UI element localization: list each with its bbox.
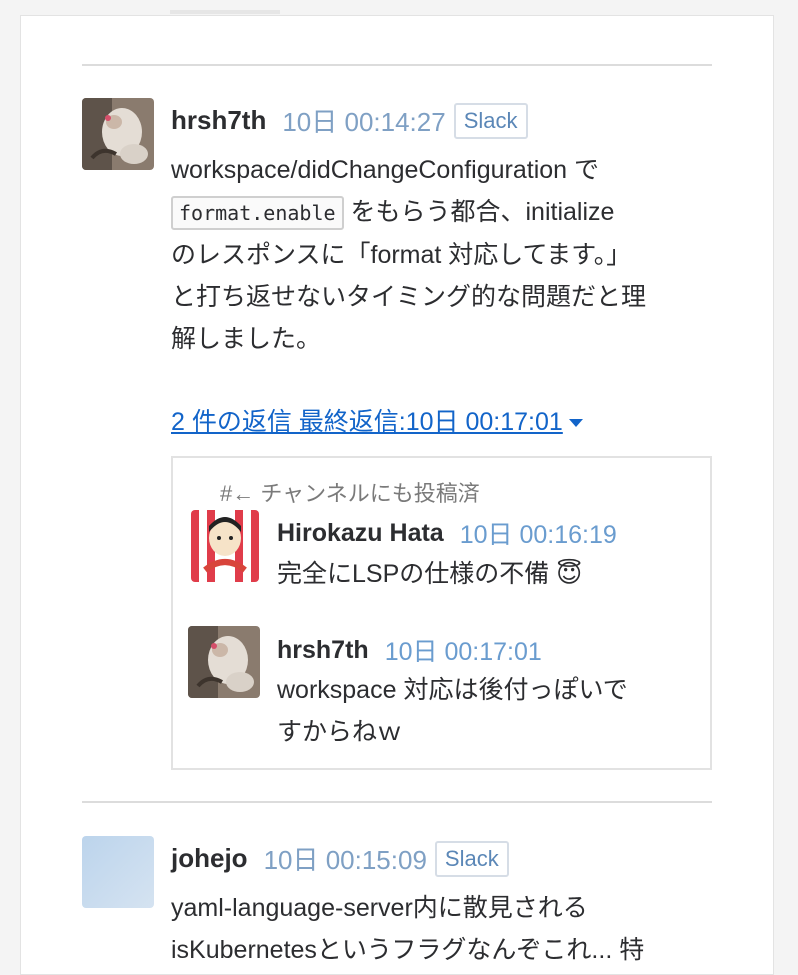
message-body: workspace/didChangeConfiguration で forma… [171,149,731,360]
message-text-line: のレスポンスに「format 対応してます。」 [171,241,632,269]
avatar-hirokazu-hata[interactable] [191,510,259,582]
message-divider [82,64,712,66]
source-badge: Slack [453,102,528,139]
reply-header: Hirokazu Hata 10日 00:16:19 [277,515,617,551]
reply-timestamp[interactable]: 10日 00:16:19 [460,515,617,551]
message-text-line: 解しました。 [171,325,322,353]
reply-body: 完全にLSPの仕様の不備 😇 [277,553,697,595]
author-name[interactable]: hrsh7th [171,105,266,136]
reply-author-name[interactable]: hrsh7th [277,636,369,665]
message-timestamp[interactable]: 10日 00:14:27 [282,102,445,139]
thread-replies-link[interactable]: 2 件の返信 最終返信:10日 00:17:01 [171,402,583,438]
inline-code: format.enable [171,196,344,230]
message-text-fragment: をもらう都合、initialize [343,198,615,226]
message-text-line: format.enable をもらう都合、initialize [171,191,731,234]
reply-text-line: すからねｗ [277,718,403,746]
broadcast-label: #← チャンネルにも投稿済 [220,481,480,506]
message-header: hrsh7th 10日 00:14:27 Slack [171,102,528,139]
reply-author-name[interactable]: Hirokazu Hata [277,519,444,548]
message-timestamp[interactable]: 10日 00:15:09 [264,840,427,877]
previous-message-fragment [170,0,290,18]
reply-body: workspace 対応は後付っぽいで すからねｗ [277,669,697,753]
reply-header: hrsh7th 10日 00:17:01 [277,632,542,668]
message-divider [82,801,712,803]
message-text-line: と打ち返せないタイミング的な問題だと理 [171,283,647,311]
message-body: yaml-language-server内に散見される isKubernetes… [171,887,731,971]
author-name[interactable]: johejo [171,843,248,874]
avatar-hrsh7th[interactable] [82,98,154,170]
chevron-down-icon[interactable] [568,419,583,428]
message-text-line: yaml-language-server内に散見される [171,894,588,922]
avatar-johejo[interactable] [82,836,154,908]
message-text-line: isKubernetesというフラグなんぞこれ... 特 [171,936,645,964]
reply-timestamp[interactable]: 10日 00:17:01 [385,632,542,668]
message-header: johejo 10日 00:15:09 Slack [171,840,509,877]
source-badge: Slack [434,840,509,877]
reply-text-line: 完全にLSPの仕様の不備 😇 [277,560,583,588]
message-text-line: workspace/didChangeConfiguration で [171,156,600,184]
avatar-hrsh7th[interactable] [188,626,260,698]
reply-text-line: workspace 対応は後付っぽいで [277,676,628,704]
thread-replies-label[interactable]: 2 件の返信 最終返信:10日 00:17:01 [171,408,563,436]
